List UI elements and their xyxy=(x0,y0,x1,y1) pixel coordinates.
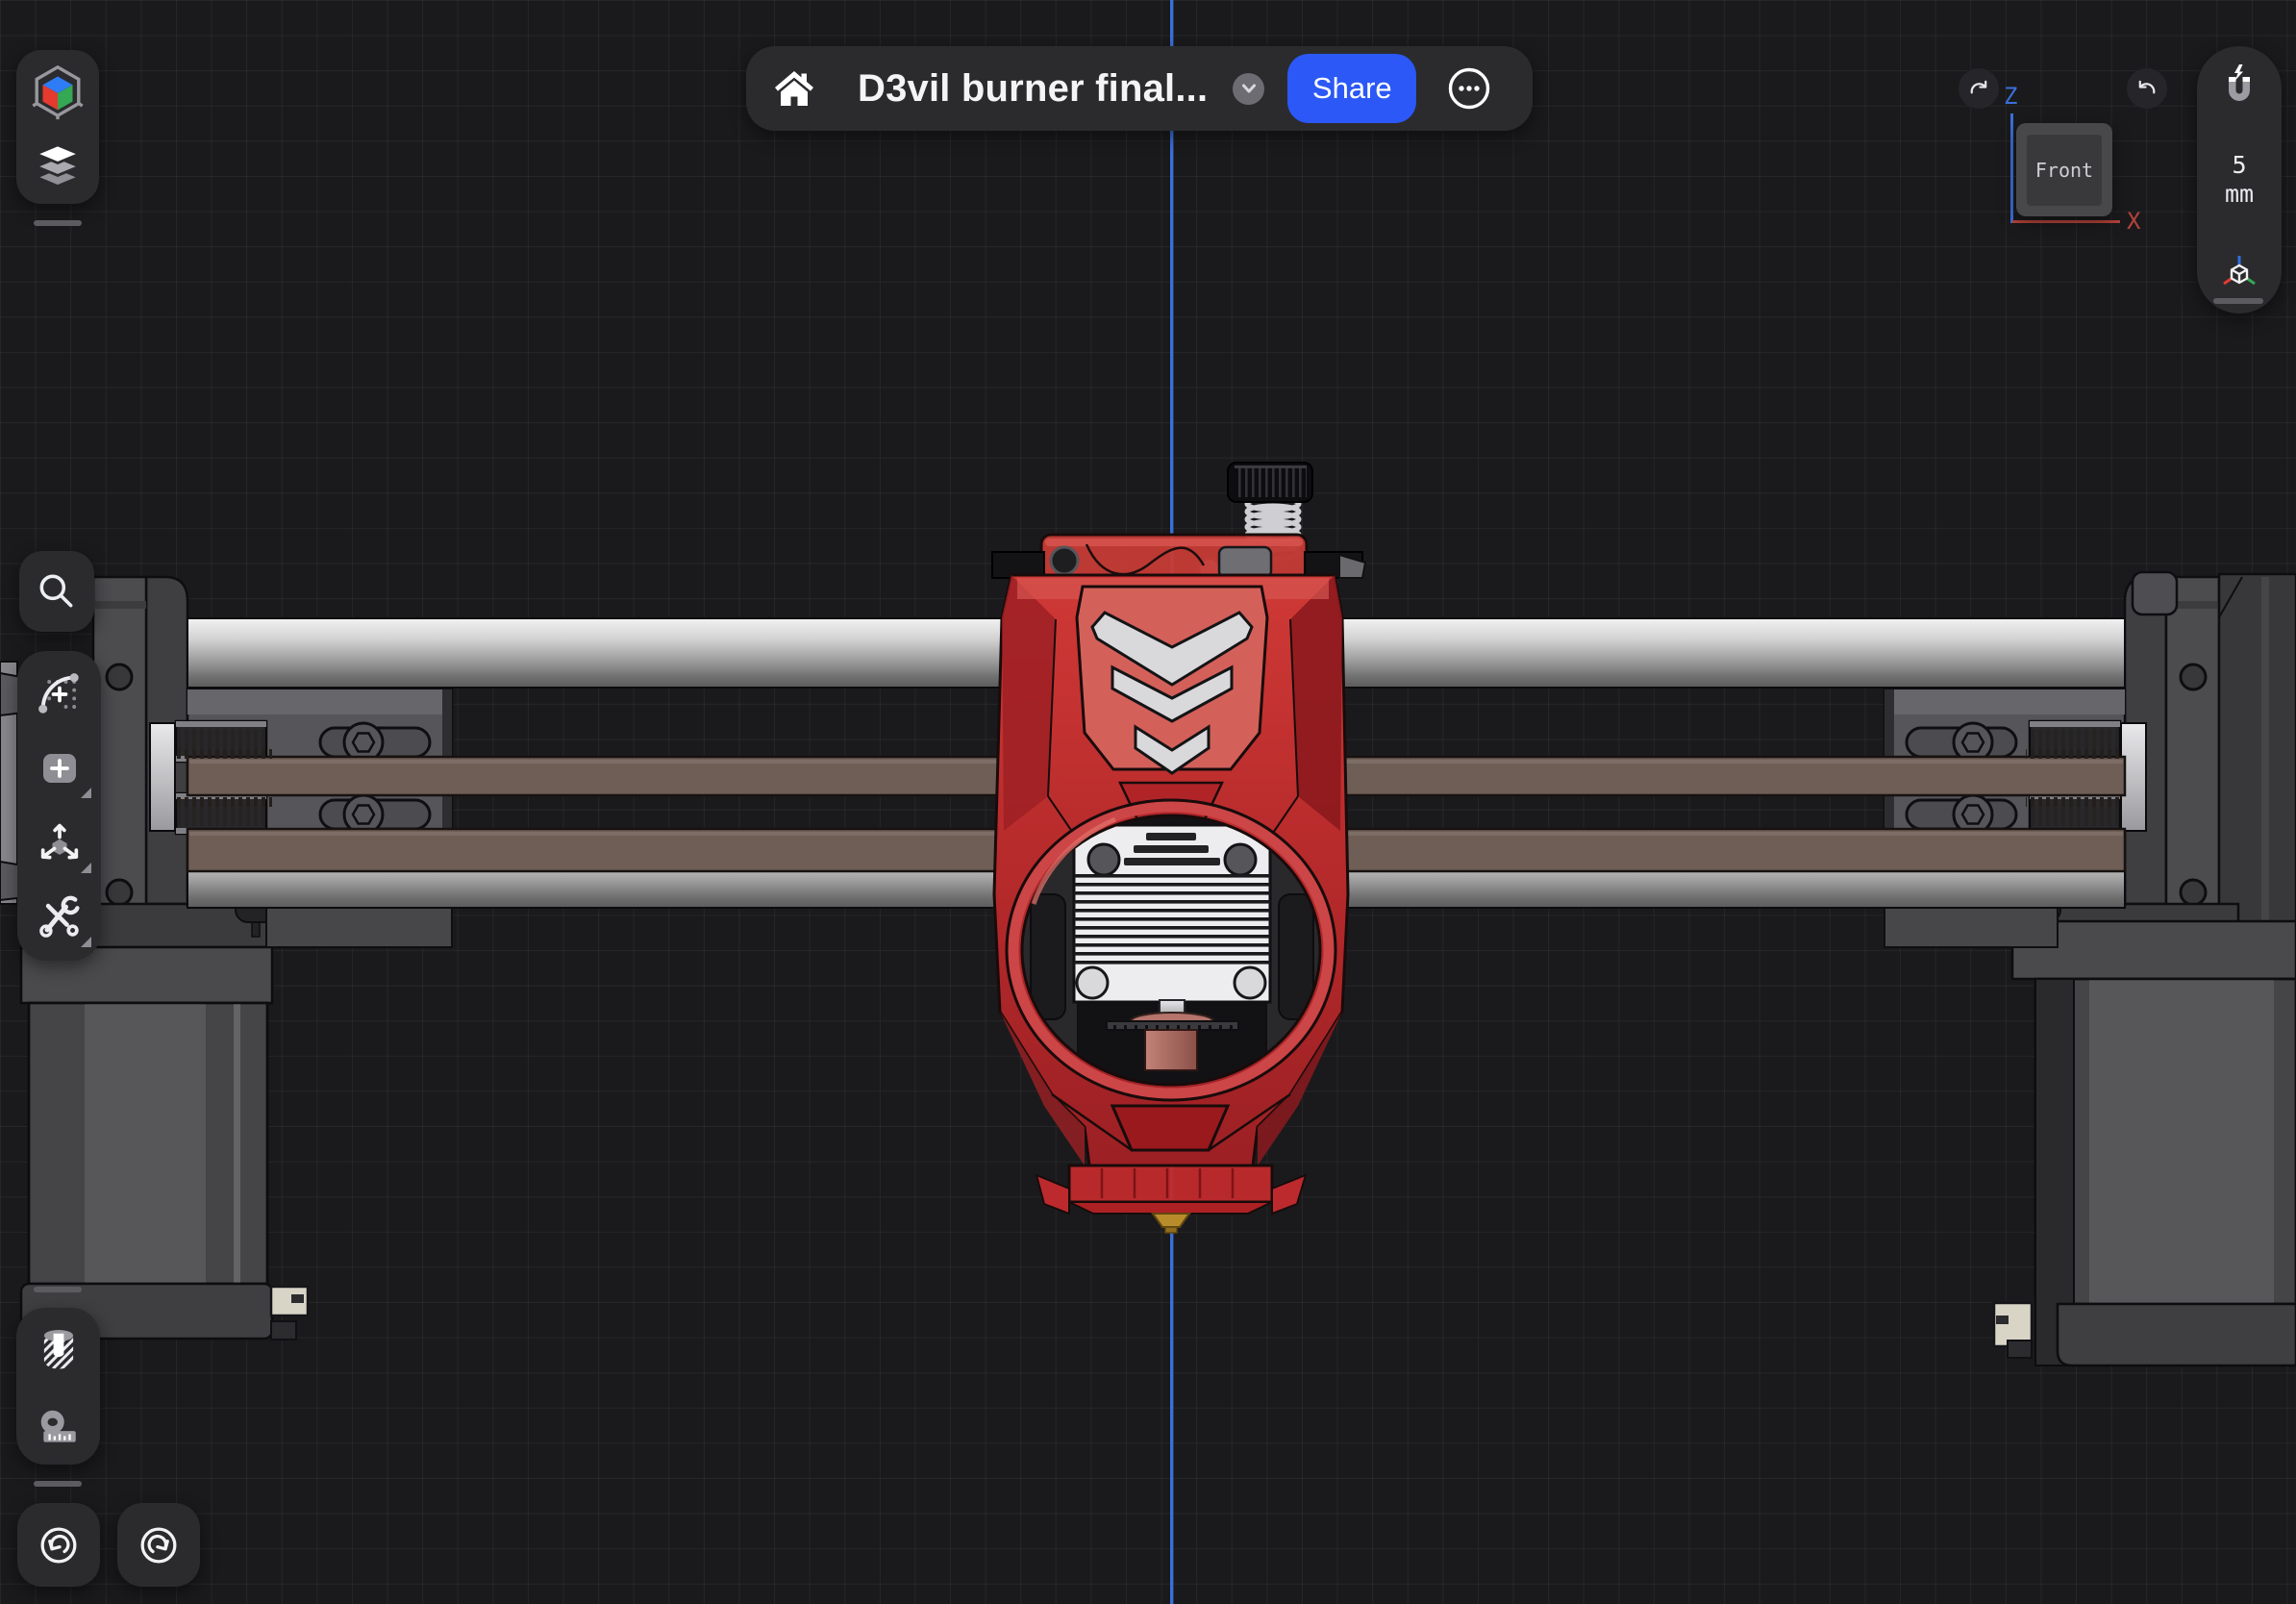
undo-icon xyxy=(40,1527,77,1563)
document-title[interactable]: D3vil burner final... xyxy=(858,67,1208,111)
share-button[interactable]: Share xyxy=(1287,54,1417,123)
model-render[interactable] xyxy=(0,0,2296,1604)
snap-magnet-icon xyxy=(2229,64,2250,101)
right-stepper-motor[interactable] xyxy=(1992,919,2296,1367)
snap-increment[interactable]: 5 mm xyxy=(2225,151,2254,209)
cad-viewport[interactable]: D3vil burner final... Share Z X Front 5 … xyxy=(0,0,2296,1604)
layers-icon[interactable] xyxy=(30,142,86,193)
redo-icon xyxy=(140,1527,177,1563)
panel-drag-handle[interactable] xyxy=(34,1481,82,1487)
axis-orientation-button[interactable] xyxy=(2216,252,2262,298)
view-cube[interactable]: Front xyxy=(2016,123,2112,216)
add-body-button[interactable] xyxy=(17,735,101,802)
right-rail-mount[interactable] xyxy=(2123,570,2296,935)
home-button[interactable] xyxy=(771,65,817,112)
add-body-icon xyxy=(42,754,76,784)
more-options-button[interactable] xyxy=(1447,66,1491,111)
chevron-down-icon xyxy=(1241,84,1256,93)
tools-button[interactable] xyxy=(17,884,101,951)
rotate-view-ccw-button[interactable] xyxy=(2127,68,2167,109)
sketch-arc-icon xyxy=(37,672,79,714)
section-view-button[interactable] xyxy=(35,1323,83,1375)
tools-icon xyxy=(38,895,80,939)
thumbscrew-knob xyxy=(1227,462,1313,503)
view-cube-face-label[interactable]: Front xyxy=(2027,134,2102,206)
toolhead[interactable] xyxy=(991,462,1367,1234)
rotate-cw-icon xyxy=(1970,80,1987,94)
rotate-view-cw-button[interactable] xyxy=(1959,68,1999,109)
move-transform-button[interactable] xyxy=(17,810,101,877)
snap-settings-panel: 5 mm xyxy=(2197,46,2282,313)
orientation-cube-icon[interactable] xyxy=(28,62,87,121)
search-button[interactable] xyxy=(19,551,94,632)
modeling-toolbar xyxy=(17,651,101,961)
snap-magnet-button[interactable] xyxy=(2216,62,2262,108)
view-options-panel xyxy=(16,50,99,204)
home-icon xyxy=(775,71,813,106)
measure-tape-button[interactable] xyxy=(35,1405,83,1449)
panel-drag-handle[interactable] xyxy=(2213,298,2263,304)
undo-button[interactable] xyxy=(17,1503,100,1587)
left-stepper-motor[interactable] xyxy=(19,945,310,1341)
heatsink xyxy=(1022,823,1320,1071)
inspect-toolbar xyxy=(16,1308,100,1465)
section-view-icon xyxy=(43,1329,73,1369)
document-menu-button[interactable] xyxy=(1233,72,1265,105)
x-axis-gizmo-line xyxy=(2012,220,2120,223)
snap-unit: mm xyxy=(2224,180,2255,208)
search-icon xyxy=(39,574,73,608)
measure-tape-icon xyxy=(40,1411,76,1442)
sketch-tool-button[interactable] xyxy=(17,661,101,728)
move-transform-icon xyxy=(40,823,78,860)
document-toolbar: D3vil burner final... Share xyxy=(746,46,1533,131)
chevron-vents xyxy=(1075,585,1269,775)
nozzle xyxy=(1151,1213,1191,1234)
redo-button[interactable] xyxy=(117,1503,200,1587)
panel-drag-handle[interactable] xyxy=(34,1287,82,1292)
ellipsis-icon xyxy=(1449,67,1490,110)
panel-drag-handle[interactable] xyxy=(34,220,82,226)
axis-orientation-icon xyxy=(2223,256,2256,286)
z-axis-gizmo-line xyxy=(2010,113,2013,223)
x-axis-label: X xyxy=(2127,208,2141,235)
snap-value: 5 xyxy=(2232,151,2247,179)
z-axis-label: Z xyxy=(2004,83,2018,110)
heater-block xyxy=(1144,1029,1198,1071)
latch xyxy=(1217,545,1273,580)
rotate-ccw-icon xyxy=(2138,80,2156,94)
